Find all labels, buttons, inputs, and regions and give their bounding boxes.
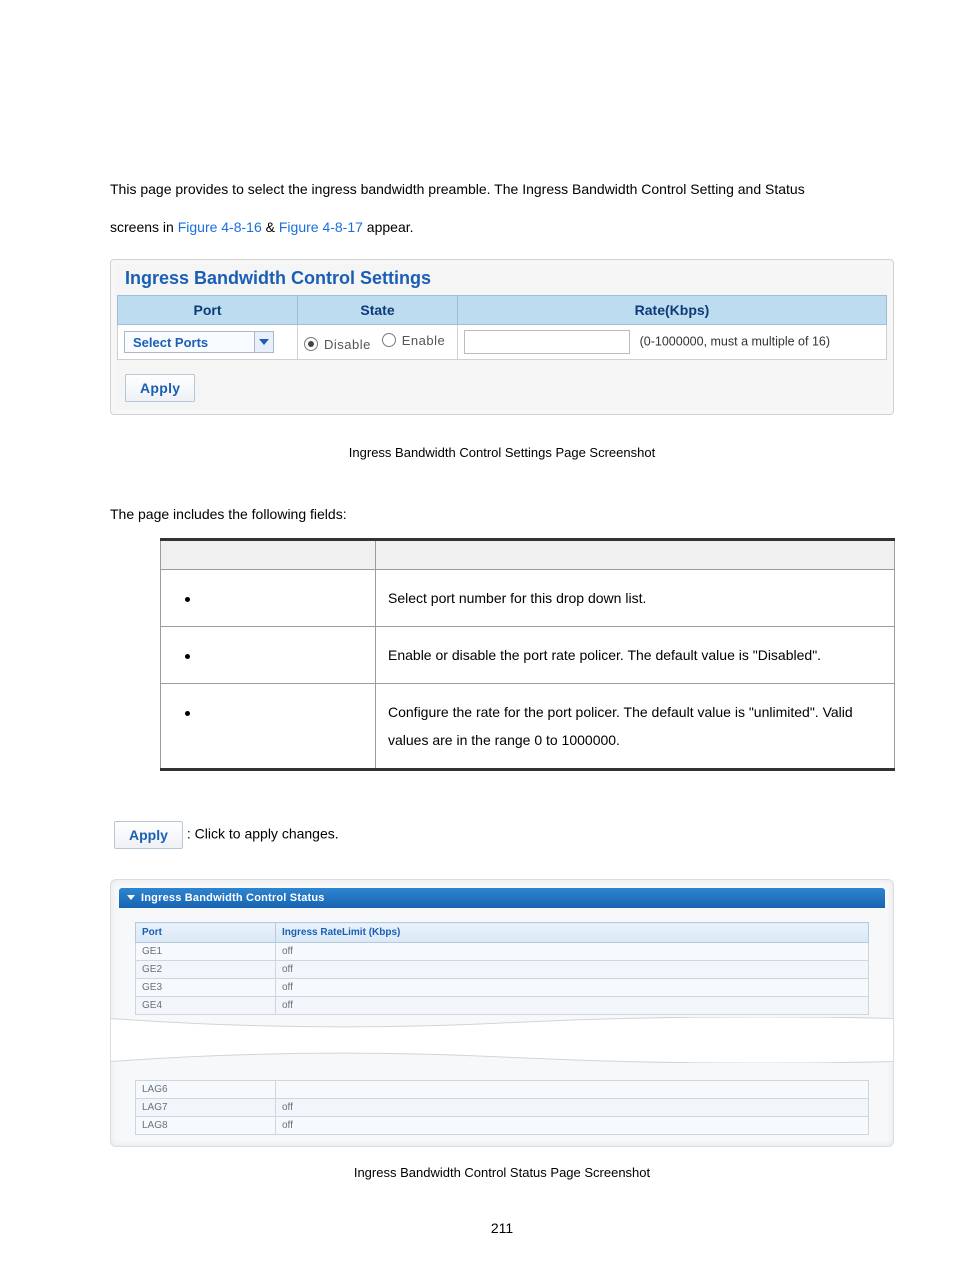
intro-line1: This page provides to select the ingress… [110,175,894,203]
status-table-bottom: LAG6 LAG7off LAG8off [135,1080,869,1135]
status-panel-header[interactable]: Ingress Bandwidth Control Status [119,888,885,908]
state-radio-enable[interactable]: Enable [382,333,445,348]
chevron-down-icon [127,892,135,904]
settings-panel-title: Ingress Bandwidth Control Settings [117,264,887,295]
rate-hint: (0-1000000, must a multiple of 16) [640,334,830,348]
status-rate: off [276,961,869,979]
status-panel: Ingress Bandwidth Control Status Port In… [110,879,894,1147]
desc-text: Enable or disable the port rate policer.… [376,627,895,684]
status-rate: off [276,979,869,997]
state-enable-label: Enable [402,333,445,348]
desc-row: Select port number for this drop down li… [161,570,895,627]
chevron-down-icon [254,332,273,352]
caption-status: Ingress Bandwidth Control Status Page Sc… [110,1165,894,1180]
desc-text: Configure the rate for the port policer.… [376,684,895,770]
fields-intro: The page includes the following fields: [110,500,894,528]
settings-th-state: State [298,296,458,325]
state-disable-label: Disable [324,337,371,352]
status-port: GE2 [136,961,276,979]
status-port: LAG6 [136,1081,276,1099]
status-port: LAG7 [136,1099,276,1117]
desc-row: Enable or disable the port rate policer.… [161,627,895,684]
desc-text: Select port number for this drop down li… [376,570,895,627]
desc-th-object [161,540,376,570]
intro-line2-a: screens in [110,219,178,235]
port-select[interactable]: Select Ports [124,331,274,353]
status-rate [276,1081,869,1099]
apply-inline-text: : Click to apply changes. [187,826,339,842]
status-port: GE1 [136,943,276,961]
status-rate: off [276,997,869,1015]
status-rate: off [276,1099,869,1117]
bullet-icon [185,711,190,716]
caption-settings: Ingress Bandwidth Control Settings Page … [110,445,894,460]
state-radio-disable[interactable]: Disable [304,337,371,352]
status-panel-title: Ingress Bandwidth Control Status [141,892,325,904]
settings-panel: Ingress Bandwidth Control Settings Port … [110,259,894,415]
status-th-port: Port [136,923,276,943]
radio-icon [382,333,396,347]
status-rate: off [276,1117,869,1135]
status-table-top: Port Ingress RateLimit (Kbps) GE1off GE2… [135,922,869,1015]
page-tear [110,1018,894,1062]
settings-th-rate: Rate(Kbps) [458,296,887,325]
status-rate: off [276,943,869,961]
desc-row: Configure the rate for the port policer.… [161,684,895,770]
intro-line2-b: appear. [363,219,414,235]
settings-table: Port State Rate(Kbps) Select Ports [117,295,887,360]
rate-input[interactable] [464,330,630,354]
status-row: LAG8off [136,1117,869,1135]
status-row: GE3off [136,979,869,997]
page-number: 211 [110,1220,894,1236]
intro-line2: screens in Figure 4-8-16 & Figure 4-8-17… [110,213,894,241]
bullet-icon [185,597,190,602]
intro-amp: & [262,219,279,235]
apply-button[interactable]: Apply [125,374,195,402]
status-th-rate: Ingress RateLimit (Kbps) [276,923,869,943]
bullet-icon [185,654,190,659]
xref-fig-4-8-17[interactable]: Figure 4-8-17 [279,219,363,235]
settings-th-port: Port [118,296,298,325]
desc-th-desc [376,540,895,570]
description-table: Select port number for this drop down li… [160,538,895,771]
status-row: LAG6 [136,1081,869,1099]
apply-inline-row: Apply: Click to apply changes. [112,821,894,849]
port-select-label: Select Ports [133,335,208,350]
status-row: LAG7off [136,1099,869,1117]
radio-icon [304,337,318,351]
apply-inline-button[interactable]: Apply [114,821,183,849]
status-port: LAG8 [136,1117,276,1135]
status-port: GE3 [136,979,276,997]
status-port: GE4 [136,997,276,1015]
status-row: GE4off [136,997,869,1015]
status-row: GE1off [136,943,869,961]
xref-fig-4-8-16[interactable]: Figure 4-8-16 [178,219,262,235]
status-row: GE2off [136,961,869,979]
